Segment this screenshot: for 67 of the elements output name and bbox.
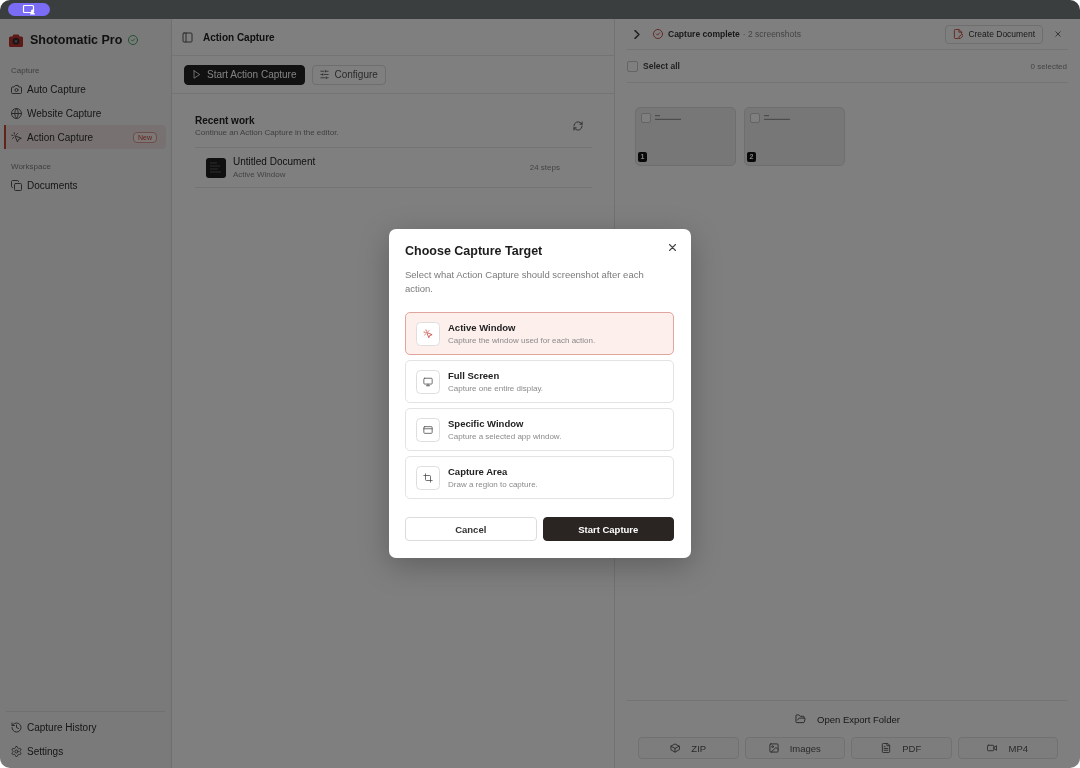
history-icon	[11, 721, 22, 733]
export-button[interactable]: Images	[744, 737, 845, 759]
dialog-title: Choose Capture Target	[405, 243, 543, 259]
app-name: Shotomatic Pro	[30, 33, 123, 47]
export-button[interactable]: PDF	[851, 737, 952, 759]
open-folder-button[interactable]: Open Export Folder	[795, 713, 900, 725]
close-icon[interactable]	[669, 244, 676, 251]
crop-icon	[416, 465, 440, 490]
section-title: Recent work	[195, 114, 256, 127]
document-title[interactable]: Untitled Document	[233, 155, 316, 168]
status-text: Capture complete	[668, 29, 740, 39]
sidebar-item[interactable]: Capture History	[4, 715, 166, 739]
text-lines-icon	[655, 115, 681, 120]
option-title: Capture Area	[448, 465, 509, 478]
sidebar-item[interactable]: Website Capture	[4, 101, 166, 125]
text-lines-icon	[764, 115, 790, 120]
globe-icon	[11, 107, 22, 119]
play-icon	[192, 70, 201, 79]
camera-logo-icon	[9, 33, 23, 47]
video-icon	[987, 743, 998, 753]
sliders-icon	[319, 70, 329, 79]
capture-option[interactable]: Capture Area Draw a region to capture.	[405, 456, 674, 499]
chevron-right-icon[interactable]	[633, 29, 641, 39]
checkbox[interactable]	[750, 113, 760, 123]
screen-share-icon[interactable]	[8, 3, 50, 16]
pointer-click-icon	[11, 131, 22, 143]
panel-icon[interactable]	[182, 31, 193, 43]
image-icon	[768, 743, 779, 753]
configure-button[interactable]: Configure	[311, 64, 386, 85]
option-title: Specific Window	[448, 417, 525, 430]
checkbox[interactable]	[641, 113, 651, 123]
copy-icon	[11, 179, 22, 191]
file-edit-icon	[953, 29, 964, 39]
refresh-icon[interactable]	[573, 121, 583, 131]
option-description: Capture the window used for each action.	[448, 335, 596, 346]
option-description: Capture one entire display.	[448, 383, 544, 394]
camera-icon	[11, 83, 22, 95]
document-preview-icon	[206, 157, 226, 178]
monitor-icon	[416, 369, 440, 394]
option-description: Draw a region to capture.	[448, 479, 538, 490]
select-all-label[interactable]: Select all	[643, 61, 680, 71]
check-circle-icon	[653, 29, 663, 39]
capture-option[interactable]: Active Window Capture the window used for each action.	[405, 312, 674, 355]
sidebar-item[interactable]: Auto Capture	[4, 77, 166, 101]
app-window-icon	[416, 417, 440, 442]
export-button[interactable]: MP4	[957, 737, 1058, 759]
start-button[interactable]: Start Action Capture	[184, 64, 305, 85]
check-circle-icon	[128, 35, 139, 45]
sidebar-item[interactable]: Documents	[4, 173, 166, 197]
file-icon	[881, 743, 892, 753]
sidebar-item[interactable]: Settings	[4, 739, 166, 763]
package-icon	[670, 743, 681, 753]
start-capture-button[interactable]: Start Capture	[542, 517, 674, 541]
checkbox[interactable]	[627, 60, 638, 72]
pointer-click-icon	[416, 321, 440, 346]
option-description: Capture a selected app window.	[448, 431, 562, 442]
settings-icon	[11, 745, 22, 757]
cancel-button[interactable]: Cancel	[405, 517, 537, 541]
dialog-description: Select what Action Capture should screenshot after each action.	[405, 268, 645, 296]
create-document-button[interactable]: Create Document	[945, 24, 1043, 44]
folder-icon	[795, 714, 807, 724]
option-title: Full Screen	[448, 369, 501, 382]
export-button[interactable]: ZIP	[638, 737, 739, 759]
option-title: Active Window	[448, 321, 517, 334]
page-title: Action Capture	[203, 31, 275, 43]
capture-option[interactable]: Specific Window Capture a selected app window.	[405, 408, 674, 451]
capture-option[interactable]: Full Screen Capture one entire display.	[405, 360, 674, 403]
